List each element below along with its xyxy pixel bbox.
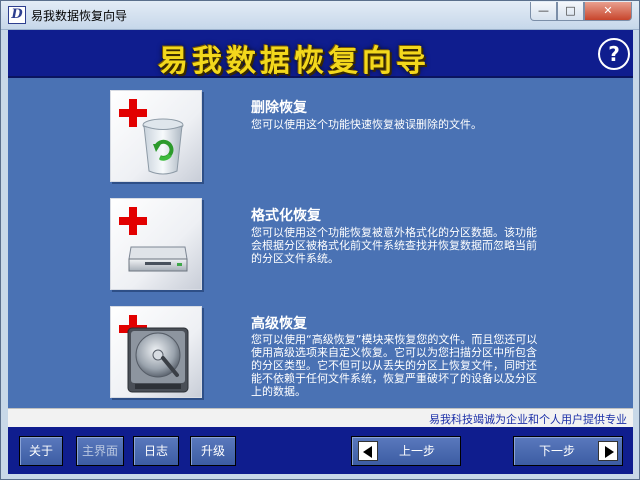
minimize-button[interactable]: — (530, 2, 557, 21)
drive-icon (128, 246, 188, 272)
app-logo-icon: D (8, 6, 26, 24)
advanced-recovery-button[interactable] (110, 306, 202, 398)
recycle-bin-icon (142, 118, 184, 175)
home-button[interactable]: 主界面 (76, 436, 124, 466)
maximize-button[interactable]: □ (557, 2, 584, 21)
delete-recovery-description: 您可以使用这个功能快速恢复被误删除的文件。 (251, 118, 482, 131)
plus-icon (119, 207, 147, 235)
format-recovery-title: 格式化恢复 (251, 208, 321, 224)
header-banner: 易我数据恢复向导 ? (8, 30, 633, 79)
previous-step-button[interactable]: 上一步 (351, 436, 461, 466)
upgrade-button[interactable]: 升级 (190, 436, 236, 466)
recovery-options-panel: 删除恢复 您可以使用这个功能快速恢复被误删除的文件。 格式化恢复 您可以使用这个… (8, 78, 633, 408)
hard-disk-icon (127, 327, 189, 393)
title-bar[interactable]: D 易我数据恢复向导 — □ ✕ (1, 1, 639, 30)
log-button[interactable]: 日志 (133, 436, 179, 466)
advanced-recovery-title: 高级恢复 (251, 316, 307, 332)
next-step-label: 下一步 (538, 444, 575, 458)
banner-title: 易我数据恢复向导 (158, 44, 430, 79)
option-advanced-recovery: 高级恢复 您可以使用“高级恢复”模块来恢复您的文件。而且您还可以使用高级选项来自… (8, 306, 633, 402)
format-recovery-button[interactable] (110, 198, 202, 290)
delete-recovery-button[interactable] (110, 90, 202, 182)
next-step-button[interactable]: 下一步 (513, 436, 623, 466)
window-title: 易我数据恢复向导 (31, 9, 128, 23)
arrow-left-icon (358, 441, 378, 461)
slogan-text: 易我科技竭诚为企业和个人用户提供专业 (429, 413, 627, 426)
delete-recovery-title: 删除恢复 (251, 100, 307, 116)
app-window: D 易我数据恢复向导 — □ ✕ 易我数据恢复向导 ? 删除恢复 您可以使用这个… (0, 0, 640, 480)
about-button[interactable]: 关于 (19, 436, 63, 466)
footer-toolbar: 关于 主界面 日志 升级 上一步 下一步 (8, 427, 633, 474)
previous-step-label: 上一步 (398, 444, 435, 458)
format-recovery-description: 您可以使用这个功能恢复被意外格式化的分区数据。该功能会根据分区被格式化前文件系统… (251, 226, 537, 265)
option-format-recovery: 格式化恢复 您可以使用这个功能恢复被意外格式化的分区数据。该功能会根据分区被格式… (8, 198, 633, 294)
advanced-recovery-description: 您可以使用“高级恢复”模块来恢复您的文件。而且您还可以使用高级选项来自定义恢复。… (251, 333, 538, 398)
option-delete-recovery: 删除恢复 您可以使用这个功能快速恢复被误删除的文件。 (8, 90, 633, 186)
arrow-right-icon (598, 441, 618, 461)
close-button[interactable]: ✕ (584, 2, 632, 21)
slogan-bar: 易我科技竭诚为企业和个人用户提供专业 (8, 408, 633, 427)
help-button[interactable]: ? (598, 38, 630, 70)
